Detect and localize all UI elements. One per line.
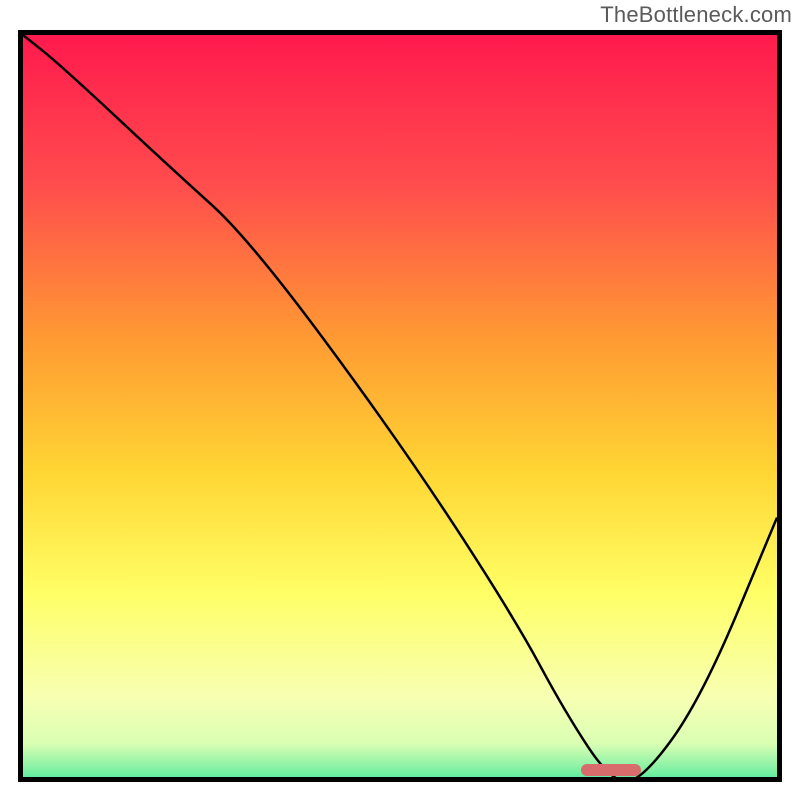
bottleneck-curve <box>23 35 777 782</box>
watermark-text: TheBottleneck.com <box>600 2 792 28</box>
optimal-range-marker <box>581 764 641 776</box>
chart-frame: TheBottleneck.com <box>0 0 800 800</box>
plot-area <box>18 30 782 782</box>
